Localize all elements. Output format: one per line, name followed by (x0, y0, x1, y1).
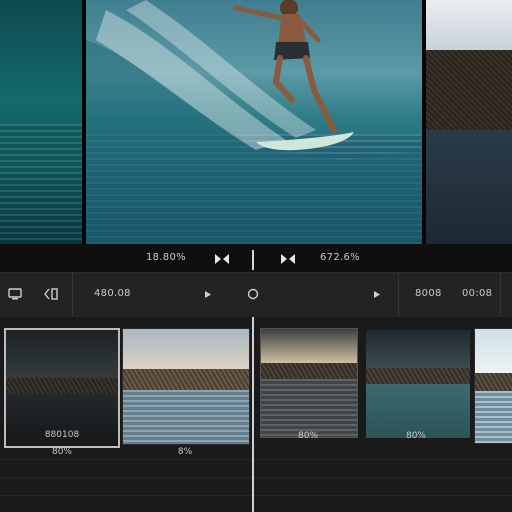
water-texture (0, 124, 82, 244)
sky (366, 330, 470, 370)
track-divider (0, 495, 512, 496)
clip-label: 80% (297, 431, 318, 441)
water (475, 391, 512, 443)
track-label: 80% (51, 447, 72, 457)
timecode-left: 480.08 (94, 288, 131, 299)
sky (261, 329, 357, 365)
next-icon[interactable] (373, 290, 381, 299)
sky (426, 0, 512, 50)
water (366, 384, 470, 438)
sky (6, 330, 118, 380)
mark-in-icon[interactable] (214, 253, 230, 265)
clip-thumbnail[interactable] (474, 328, 512, 444)
preview-frame-right[interactable] (426, 0, 512, 244)
preview-frame-main[interactable] (86, 0, 422, 244)
sky (475, 329, 512, 373)
clip-label: 80% (405, 431, 426, 441)
hillside (426, 50, 512, 130)
play-icon[interactable] (204, 290, 212, 299)
toolbar-divider (500, 273, 501, 317)
transport-right-value: 672.6% (320, 252, 360, 263)
preview-frame-left[interactable] (0, 0, 82, 244)
mark-out-icon[interactable] (280, 253, 296, 265)
toolbar-divider (398, 273, 399, 317)
toolbar-divider (72, 273, 73, 317)
split-icon[interactable] (44, 288, 58, 300)
toolbar: 480.08 8008 00:08 (0, 272, 512, 318)
clip-label: 880108 (44, 430, 80, 440)
playhead-line[interactable] (252, 317, 254, 512)
water (123, 390, 249, 444)
clip-thumbnail-selected[interactable]: 880108 (4, 328, 120, 448)
water (261, 379, 357, 437)
hillside (261, 363, 357, 379)
hillside (475, 373, 512, 391)
playhead-marker[interactable] (252, 250, 254, 270)
clip-thumbnail[interactable] (364, 328, 472, 440)
timeline: 880108 80% 8% 80% 80% (0, 317, 512, 512)
monitor-icon[interactable] (8, 288, 22, 300)
track-divider (0, 459, 512, 460)
transport-left-value: 18.80% (146, 252, 186, 263)
timecode-right-b: 00:08 (462, 288, 493, 299)
surfer-illustration (86, 0, 422, 244)
circle-icon[interactable] (247, 288, 259, 300)
hillside (366, 368, 470, 384)
water (426, 130, 512, 244)
clip-thumbnail[interactable] (260, 328, 358, 438)
track-divider (0, 477, 512, 478)
clip-label: 8% (177, 447, 193, 457)
sky (123, 329, 249, 373)
hillside (123, 369, 249, 391)
transport-bar: 18.80% (0, 244, 512, 272)
preview-strip (0, 0, 512, 244)
clip-thumbnail[interactable] (122, 328, 250, 445)
timecode-right-a: 8008 (415, 288, 442, 299)
